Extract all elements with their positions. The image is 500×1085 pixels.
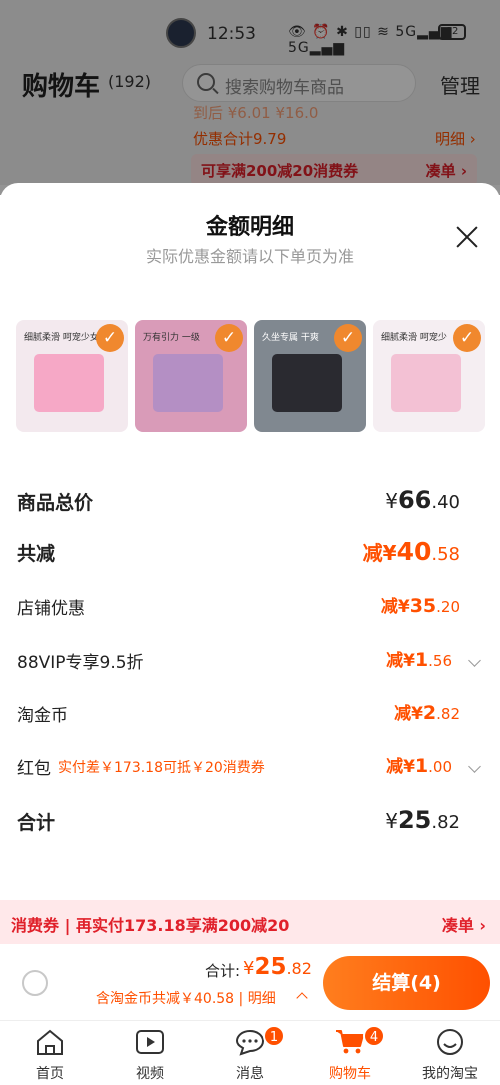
modal-overlay[interactable] [0,0,500,195]
row-label: 淘金币 [17,706,68,726]
tab-label: 视频 [136,1066,164,1082]
chevron-down-icon[interactable] [468,654,481,667]
tab-messages[interactable]: 1 消息 [200,1021,300,1085]
thumbnail-caption: 细腻柔滑 呵宠少 [381,333,447,343]
tab-cart[interactable]: 4 购物车 [300,1021,400,1085]
product-thumbnail[interactable]: 万有引力 一级 ✓ [135,320,247,432]
coupon-bar[interactable]: 消费券 | 再实付173.18享满200减20 凑单 › [0,900,500,944]
row-label: 红包 [17,759,51,779]
row-label: 店铺优惠 [17,599,85,619]
tab-label: 首页 [36,1066,64,1082]
row-label: 商品总价 [17,492,94,514]
row-shop-discount: 店铺优惠 减¥35.20 [0,588,500,628]
product-thumbnail[interactable]: 久坐专属 干爽 ✓ [254,320,366,432]
select-all-radio[interactable] [22,970,48,996]
row-88vip-discount[interactable]: 88VIP专享9.5折 减¥1.56 [0,642,500,682]
chevron-up-icon[interactable] [296,992,308,1004]
home-icon [37,1029,63,1055]
tab-profile[interactable]: 我的淘宝 [400,1021,500,1085]
row-label: 88VIP专享9.5折 [17,653,144,673]
chevron-down-icon[interactable] [468,760,481,773]
row-amount: 减¥40.58 [362,537,460,566]
product-package-image [272,354,342,412]
product-package-image [34,354,104,412]
product-thumbnail[interactable]: 细腻柔滑 呵宠少女 ✓ [16,320,128,432]
red-packet-note: 实付差￥173.18可抵￥20消费券 [58,760,265,776]
message-icon [235,1029,265,1056]
tab-video[interactable]: 视频 [100,1021,200,1085]
row-goods-total: 商品总价 ¥66.40 [0,482,500,522]
profile-icon [437,1029,463,1055]
product-package-image [153,354,223,412]
row-amount: 减¥1.00 [386,755,452,777]
total-amount: ¥25.82 [243,954,312,980]
tab-label: 我的淘宝 [422,1066,478,1082]
sheet-subtitle: 实际优惠金额请以下单页为准 [145,247,354,266]
row-amount: 减¥1.56 [386,649,452,671]
tab-label: 消息 [236,1066,264,1082]
amount-detail-sheet: 金额明细 实际优惠金额请以下单页为准 细腻柔滑 呵宠少女 ✓ 万有引力 一级 ✓… [0,183,500,1085]
message-badge: 1 [263,1025,285,1047]
row-total-discount: 共减 减¥40.58 [0,533,500,573]
row-label: 共减 [17,543,56,565]
product-thumbnails: 细腻柔滑 呵宠少女 ✓ 万有引力 一级 ✓ 久坐专属 干爽 ✓ 细腻柔滑 呵宠少… [16,320,486,432]
checkout-bar: 合计: ¥25.82 含淘金币共减￥40.58 | 明细 结算(4) [0,944,500,1020]
row-red-packet[interactable]: 红包 实付差￥173.18可抵￥20消费券 减¥1.00 [0,748,500,788]
tab-label: 购物车 [329,1066,371,1082]
thumbnail-caption: 久坐专属 干爽 [262,333,319,343]
row-label: 合计 [17,812,56,834]
row-amount: 减¥2.82 [394,702,460,724]
cart-badge: 4 [363,1025,385,1047]
cart-icon [336,1030,364,1054]
product-package-image [391,354,461,412]
coupon-bar-link[interactable]: 凑单 › [442,912,486,936]
sheet-title: 金额明细 [205,215,294,240]
check-icon: ✓ [96,324,124,352]
check-icon: ✓ [215,324,243,352]
close-icon[interactable] [455,225,479,249]
row-taojinbi: 淘金币 减¥2.82 [0,695,500,735]
row-grand-total: 合计 ¥25.82 [0,802,500,842]
thumbnail-caption: 细腻柔滑 呵宠少女 [24,333,99,343]
row-amount: ¥25.82 [385,806,460,834]
total-label: 合计: [205,962,241,980]
discount-summary-link[interactable]: 含淘金币共减￥40.58 | 明细 [96,988,276,1008]
product-thumbnail[interactable]: 细腻柔滑 呵宠少 ✓ [373,320,485,432]
tab-home[interactable]: 首页 [0,1021,100,1085]
row-amount: ¥66.40 [385,486,460,514]
check-icon: ✓ [334,324,362,352]
coupon-bar-text: 消费券 | 再实付173.18享满200减20 [11,916,290,935]
thumbnail-caption: 万有引力 一级 [143,333,200,343]
bottom-tab-bar: 首页 视频 1 消息 4 购物车 我的淘宝 [0,1020,500,1085]
video-icon [136,1030,164,1054]
row-amount: 减¥35.20 [380,595,460,617]
checkout-button[interactable]: 结算(4) [323,956,490,1010]
check-icon: ✓ [453,324,481,352]
